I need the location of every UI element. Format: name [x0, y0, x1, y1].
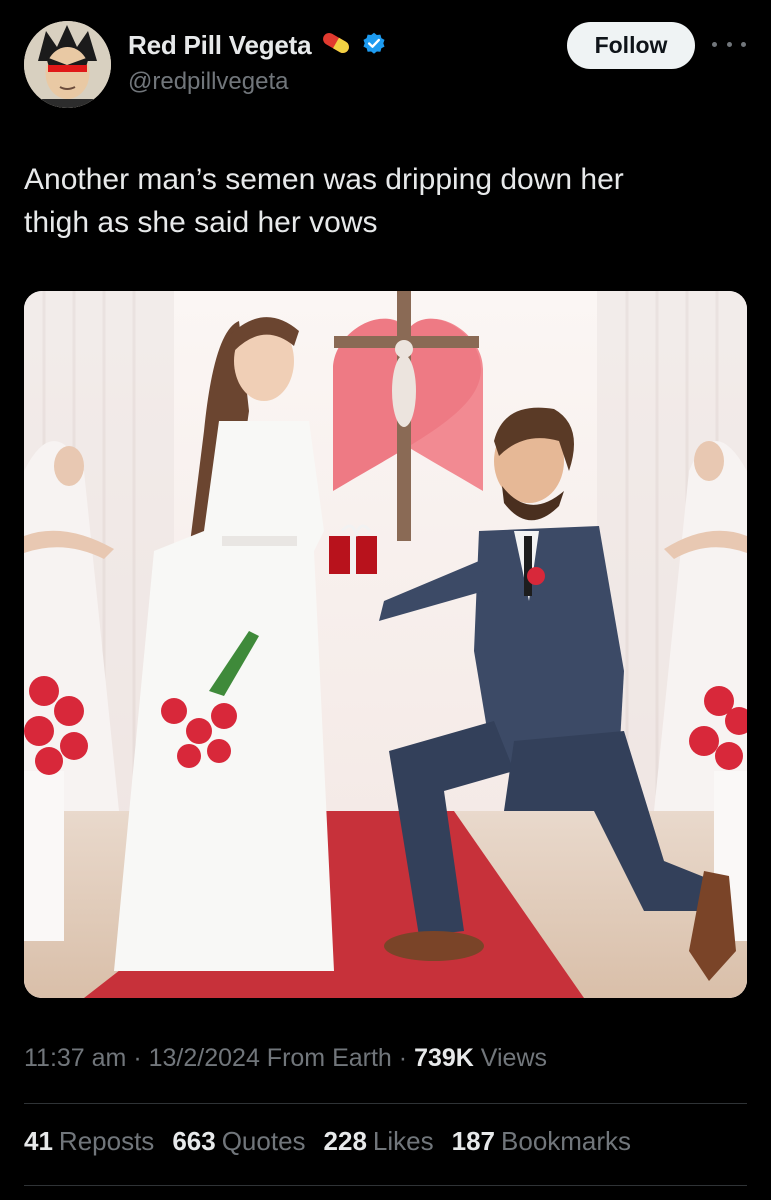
pill-emoji-icon: [319, 30, 353, 61]
tweet-time[interactable]: 11:37 am: [24, 1044, 126, 1072]
stat-likes[interactable]: 228 Likes: [324, 1126, 434, 1157]
engagement-stats: 41 Reposts 663 Quotes 228 Likes 187 Bookmark…: [24, 1126, 631, 1157]
tweet-text-line: Another man’s semen was dripping down he…: [24, 163, 624, 196]
views-count: 739K: [414, 1044, 474, 1072]
wedding-illustration: [24, 291, 747, 998]
author-name-row: Red Pill Vegeta: [128, 30, 387, 61]
views-label: Views: [480, 1044, 548, 1072]
more-horizontal-icon[interactable]: [712, 34, 746, 54]
author-display-name[interactable]: Red Pill Vegeta: [128, 30, 312, 61]
verified-badge-icon: [361, 30, 387, 61]
author-avatar[interactable]: [24, 21, 111, 108]
divider: [24, 1103, 747, 1104]
follow-button[interactable]: Follow: [567, 22, 695, 69]
meta-separator: ·: [398, 1044, 408, 1072]
stat-reposts[interactable]: 41 Reposts: [24, 1126, 154, 1157]
tweet-media-image[interactable]: [24, 291, 747, 998]
stat-bookmarks[interactable]: 187 Bookmarks: [452, 1126, 631, 1157]
tweet-text-line: thigh as she said her vows: [24, 206, 378, 239]
divider: [24, 1185, 747, 1186]
stat-quotes[interactable]: 663 Quotes: [172, 1126, 305, 1157]
tweet-date[interactable]: 13/2/2024: [149, 1044, 260, 1072]
tweet-meta: 11:37 am · 13/2/2024 From Earth · 739K V…: [24, 1044, 547, 1073]
author-handle[interactable]: @redpillvegeta: [128, 68, 288, 96]
avatar-illustration: [24, 21, 111, 108]
tweet-location: From Earth: [266, 1044, 392, 1072]
meta-separator: ·: [133, 1044, 142, 1072]
tweet-text: Another man’s semen was dripping down he…: [24, 158, 744, 244]
